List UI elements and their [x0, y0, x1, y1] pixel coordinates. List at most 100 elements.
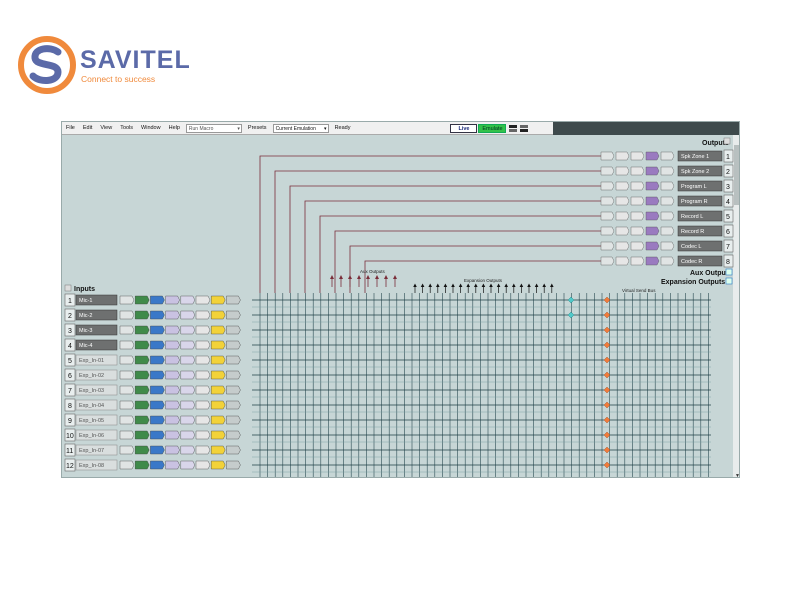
- input-dsp-block[interactable]: [135, 460, 150, 470]
- input-dsp-block[interactable]: [195, 340, 211, 350]
- input-dsp-block[interactable]: [165, 400, 180, 410]
- output-row[interactable]: Spk Zone 2 2: [600, 164, 734, 178]
- input-dsp-block[interactable]: [226, 385, 241, 395]
- input-dsp-block[interactable]: [226, 460, 241, 470]
- output-row[interactable]: Program L 3: [600, 179, 734, 193]
- output-dsp-block[interactable]: [630, 211, 645, 221]
- input-dsp-block[interactable]: [180, 310, 196, 320]
- input-dsp-block[interactable]: [165, 445, 180, 455]
- input-dsp-block[interactable]: [180, 445, 196, 455]
- output-dsp-block[interactable]: [645, 166, 660, 176]
- expansion-expand-icon[interactable]: [725, 277, 733, 285]
- input-dsp-block[interactable]: [119, 460, 135, 470]
- input-dsp-block[interactable]: [180, 430, 196, 440]
- route-node-orange[interactable]: [603, 461, 611, 469]
- input-row[interactable]: 6 Exp_In-02: [64, 368, 241, 382]
- output-dsp-block[interactable]: [660, 151, 675, 161]
- menu-file[interactable]: File: [62, 125, 79, 131]
- input-dsp-block[interactable]: [195, 325, 211, 335]
- live-button[interactable]: Live: [450, 123, 478, 133]
- input-row[interactable]: 2 Mic-2: [64, 308, 241, 322]
- input-dsp-block[interactable]: [165, 370, 180, 380]
- input-dsp-block[interactable]: [150, 325, 165, 335]
- inputs-collapse-icon[interactable]: [64, 284, 72, 292]
- toggle-icons[interactable]: [508, 124, 530, 133]
- output-dsp-block[interactable]: [600, 211, 615, 221]
- input-dsp-block[interactable]: [165, 355, 180, 365]
- output-dsp-block[interactable]: [615, 241, 630, 251]
- output-dsp-block[interactable]: [615, 256, 630, 266]
- output-dsp-block[interactable]: [660, 196, 675, 206]
- input-dsp-block[interactable]: [211, 460, 226, 470]
- output-row[interactable]: Codec R 8: [600, 254, 734, 268]
- output-row[interactable]: Codec L 7: [600, 239, 734, 253]
- input-row[interactable]: 1 Mic-1: [64, 293, 241, 307]
- input-dsp-block[interactable]: [119, 310, 135, 320]
- input-dsp-block[interactable]: [150, 445, 165, 455]
- input-dsp-block[interactable]: [150, 415, 165, 425]
- input-dsp-block[interactable]: [180, 385, 196, 395]
- route-node-orange[interactable]: [603, 356, 611, 364]
- menu-window[interactable]: Window: [137, 125, 165, 131]
- input-dsp-block[interactable]: [135, 310, 150, 320]
- output-dsp-block[interactable]: [645, 226, 660, 236]
- input-dsp-block[interactable]: [211, 445, 226, 455]
- input-dsp-block[interactable]: [211, 430, 226, 440]
- input-dsp-block[interactable]: [119, 355, 135, 365]
- output-row[interactable]: Spk Zone 1 1: [600, 149, 734, 163]
- input-row[interactable]: 8 Exp_In-04: [64, 398, 241, 412]
- input-dsp-block[interactable]: [211, 400, 226, 410]
- output-dsp-block[interactable]: [600, 166, 615, 176]
- input-dsp-block[interactable]: [119, 445, 135, 455]
- input-row[interactable]: 3 Mic-3: [64, 323, 241, 337]
- input-dsp-block[interactable]: [211, 310, 226, 320]
- input-dsp-block[interactable]: [119, 325, 135, 335]
- input-dsp-block[interactable]: [211, 355, 226, 365]
- input-dsp-block[interactable]: [226, 415, 241, 425]
- input-dsp-block[interactable]: [195, 385, 211, 395]
- scrollbar-thumb[interactable]: [734, 145, 740, 205]
- route-node-orange[interactable]: [603, 341, 611, 349]
- input-dsp-block[interactable]: [195, 355, 211, 365]
- output-dsp-block[interactable]: [630, 181, 645, 191]
- presets-select[interactable]: Current Emulation ▾: [272, 123, 329, 133]
- menu-edit[interactable]: Edit: [79, 125, 96, 131]
- output-dsp-block[interactable]: [600, 241, 615, 251]
- input-dsp-block[interactable]: [150, 340, 165, 350]
- input-dsp-block[interactable]: [150, 295, 165, 305]
- input-dsp-block[interactable]: [226, 445, 241, 455]
- input-dsp-block[interactable]: [226, 340, 241, 350]
- input-dsp-block[interactable]: [135, 445, 150, 455]
- emulate-button[interactable]: Emulate: [478, 123, 507, 133]
- route-node-orange[interactable]: [603, 296, 611, 304]
- output-dsp-block[interactable]: [630, 241, 645, 251]
- input-dsp-block[interactable]: [135, 325, 150, 335]
- input-dsp-block[interactable]: [195, 400, 211, 410]
- output-dsp-block[interactable]: [630, 151, 645, 161]
- input-dsp-block[interactable]: [150, 400, 165, 410]
- input-dsp-block[interactable]: [135, 340, 150, 350]
- run-macro-select[interactable]: Run Macro ▾: [185, 123, 242, 133]
- output-dsp-block[interactable]: [645, 256, 660, 266]
- route-node-orange[interactable]: [603, 401, 611, 409]
- input-dsp-block[interactable]: [211, 295, 226, 305]
- input-dsp-block[interactable]: [135, 430, 150, 440]
- output-dsp-block[interactable]: [615, 211, 630, 221]
- output-dsp-block[interactable]: [615, 181, 630, 191]
- input-dsp-block[interactable]: [119, 415, 135, 425]
- input-dsp-block[interactable]: [195, 430, 211, 440]
- input-dsp-block[interactable]: [165, 460, 180, 470]
- output-dsp-block[interactable]: [630, 196, 645, 206]
- input-dsp-block[interactable]: [165, 430, 180, 440]
- output-dsp-block[interactable]: [645, 241, 660, 251]
- route-node-orange[interactable]: [603, 326, 611, 334]
- route-node-orange[interactable]: [603, 371, 611, 379]
- input-dsp-block[interactable]: [195, 310, 211, 320]
- input-dsp-block[interactable]: [226, 325, 241, 335]
- input-dsp-block[interactable]: [195, 460, 211, 470]
- input-dsp-block[interactable]: [135, 295, 150, 305]
- input-dsp-block[interactable]: [180, 340, 196, 350]
- input-dsp-block[interactable]: [150, 460, 165, 470]
- input-dsp-block[interactable]: [211, 340, 226, 350]
- route-node-orange[interactable]: [603, 446, 611, 454]
